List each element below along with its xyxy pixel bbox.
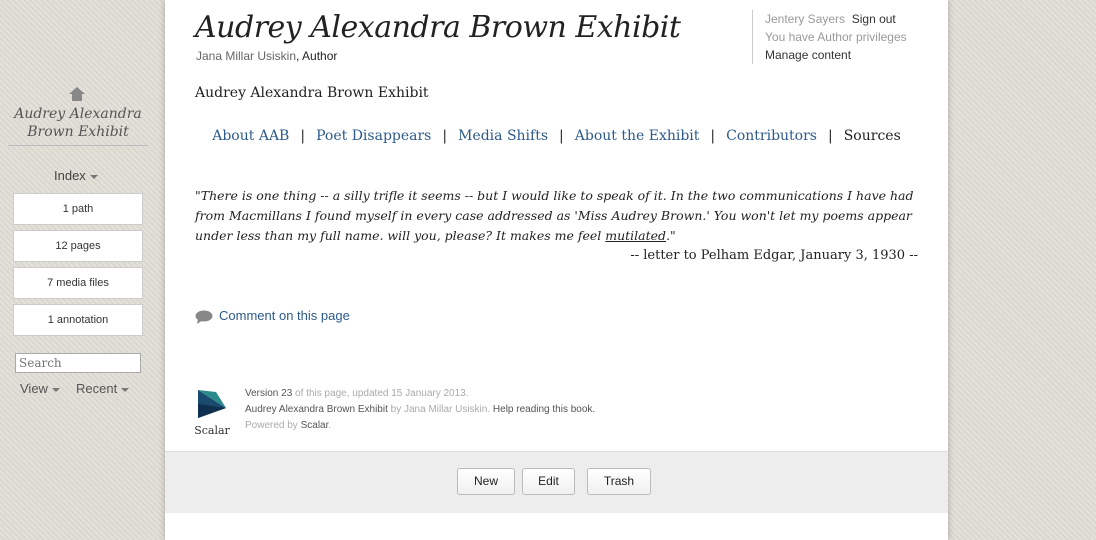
trash-button[interactable]: Trash (587, 468, 651, 495)
quote-text: "There is one thing -- a silly trifle it… (195, 188, 914, 243)
recent-menu[interactable]: Recent (76, 381, 130, 396)
nav-about-the-exhibit[interactable]: About the Exhibit (575, 128, 700, 144)
comment-icon (195, 310, 213, 324)
user-box: Jentery Sayers Sign out You have Author … (752, 10, 907, 64)
main-content: Audrey Alexandra Brown Exhibit Jana Mill… (165, 0, 948, 540)
user-name[interactable]: Jentery Sayers (765, 12, 845, 26)
home-icon[interactable] (69, 87, 85, 101)
comment-label: Comment on this page (219, 308, 350, 323)
page-subtitle: Audrey Alexandra Brown Exhibit (195, 85, 429, 101)
search-input[interactable] (15, 353, 141, 373)
new-button[interactable]: New (457, 468, 515, 495)
quote-underlined: mutilated (605, 228, 667, 243)
version-details: of this page, updated 15 January 2013. (292, 388, 469, 399)
view-label: View (20, 381, 48, 396)
nav-separator: | (442, 128, 448, 144)
nav-sources[interactable]: Sources (844, 128, 901, 144)
nav-media-shifts[interactable]: Media Shifts (458, 128, 548, 144)
manage-content-link[interactable]: Manage content (765, 46, 907, 64)
footer-meta: Version 23 of this page, updated 15 Janu… (245, 388, 596, 431)
chevron-down-icon (121, 387, 130, 392)
view-menu[interactable]: View (20, 381, 60, 396)
author-line: Jana Millar Usiskin, Author (196, 49, 337, 63)
scalar-logo-icon (198, 390, 226, 418)
scalar-logo-text: Scalar (194, 424, 230, 437)
book-name: Audrey Alexandra Brown Exhibit (245, 404, 388, 415)
quote-block: "There is one thing -- a silly trifle it… (195, 186, 919, 246)
nav-separator: | (828, 128, 833, 144)
nav-separator: | (300, 128, 306, 144)
main-nav: About AAB | Poet Disappears | Media Shifts | A… (165, 128, 948, 144)
media-files-button[interactable]: 7 media files (13, 267, 143, 299)
edit-button[interactable]: Edit (522, 468, 575, 495)
scalar-logo[interactable]: Scalar (194, 388, 230, 437)
by-text: by (387, 404, 404, 415)
nav-poet-disappears[interactable]: Poet Disappears (316, 128, 431, 144)
sign-out-link[interactable]: Sign out (852, 12, 896, 26)
quote-attribution: -- letter to Pelham Edgar, January 3, 19… (630, 248, 918, 263)
author-role: , Author (296, 49, 338, 63)
chevron-down-icon (51, 387, 60, 392)
nav-about-aab[interactable]: About AAB (212, 128, 289, 144)
nav-contributors[interactable]: Contributors (726, 128, 817, 144)
chevron-down-icon (89, 174, 98, 179)
powered-text: Powered by (245, 420, 301, 431)
index-label: Index (54, 168, 86, 183)
nav-separator: | (710, 128, 716, 144)
version-link[interactable]: Version 23 (245, 388, 292, 399)
pages-button[interactable]: 12 pages (13, 230, 143, 262)
index-menu[interactable]: Index (54, 168, 98, 183)
annotations-button[interactable]: 1 annotation (13, 304, 143, 336)
comment-link[interactable]: Comment on this page (195, 308, 350, 324)
book-title[interactable]: Audrey Alexandra Brown Exhibit (8, 105, 148, 146)
paths-button[interactable]: 1 path (13, 193, 143, 225)
quote-end: ." (666, 228, 676, 243)
author-name[interactable]: Jana Millar Usiskin (196, 49, 296, 63)
nav-separator: | (559, 128, 564, 144)
privileges-text: You have Author privileges (765, 30, 907, 44)
recent-label: Recent (76, 381, 118, 396)
page-title: Audrey Alexandra Brown Exhibit (195, 10, 681, 45)
action-bar: New Edit Trash (165, 451, 948, 513)
author-link[interactable]: Jana Millar Usiskin (404, 404, 487, 415)
scalar-link[interactable]: Scalar (301, 420, 329, 431)
help-link[interactable]: Help reading this book (493, 404, 593, 415)
